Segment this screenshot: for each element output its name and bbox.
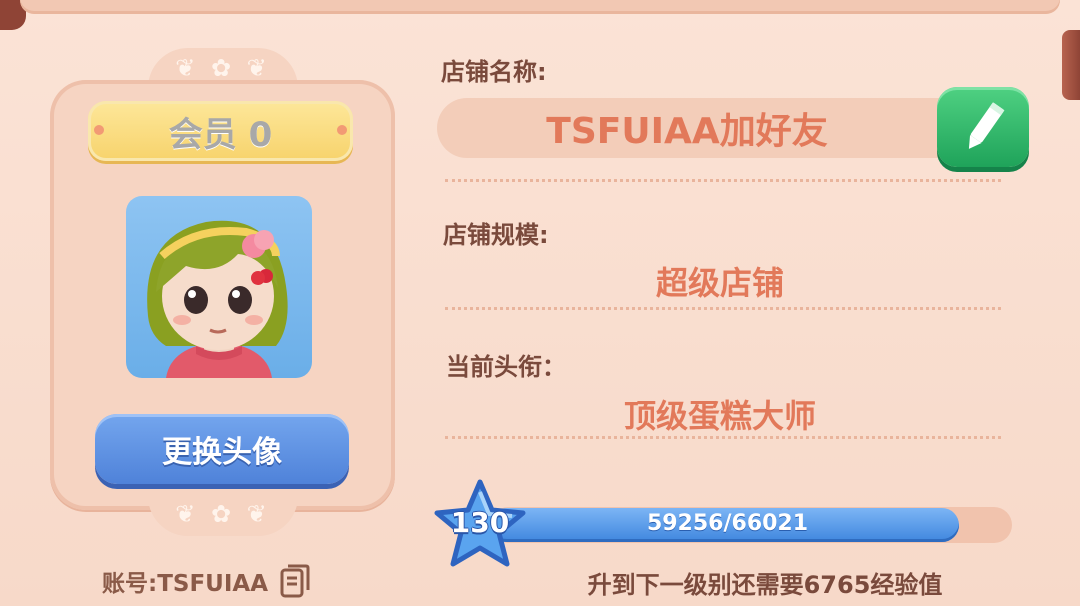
divider	[445, 179, 1001, 182]
leaf-ornament-icon: ❦ ✿ ❦	[175, 54, 271, 82]
edit-name-button[interactable]	[937, 87, 1029, 167]
level-number: 130	[450, 506, 510, 539]
vip-badge: 会员 0	[88, 101, 353, 161]
panel-top-border	[20, 0, 1060, 14]
shop-name-field[interactable]: TSFUIAA加好友	[437, 98, 997, 158]
copy-icon[interactable]	[280, 564, 310, 598]
divider	[445, 307, 1001, 310]
change-avatar-button[interactable]: 更换头像	[95, 414, 349, 484]
xp-progress-text: 59256/66021	[646, 511, 809, 536]
shop-scale-label: 店铺规模:	[443, 221, 549, 249]
current-title-value: 顶级蛋糕大师	[623, 397, 816, 435]
current-title-label: 当前头衔：	[446, 353, 566, 381]
account-label: 账号:TSFUIAA	[102, 571, 268, 597]
corner-decoration	[1062, 30, 1080, 100]
girl-avatar-icon	[147, 220, 288, 378]
shop-name-value: TSFUIAA加好友	[546, 111, 828, 152]
shop-scale-value: 超级店铺	[655, 264, 784, 302]
shop-name-label: 店铺名称:	[441, 58, 547, 86]
xp-hint: 升到下一级别还需要6765经验值	[587, 571, 943, 599]
leaf-ornament-icon: ❦ ✿ ❦	[175, 500, 271, 528]
avatar	[126, 196, 312, 378]
account-id: 账号:TSFUIAA	[102, 563, 310, 599]
pencil-icon	[968, 102, 1005, 149]
vip-label: 会员 0	[168, 114, 273, 155]
ornament-bottom: ❦ ✿ ❦	[148, 496, 298, 536]
divider	[445, 436, 1001, 439]
